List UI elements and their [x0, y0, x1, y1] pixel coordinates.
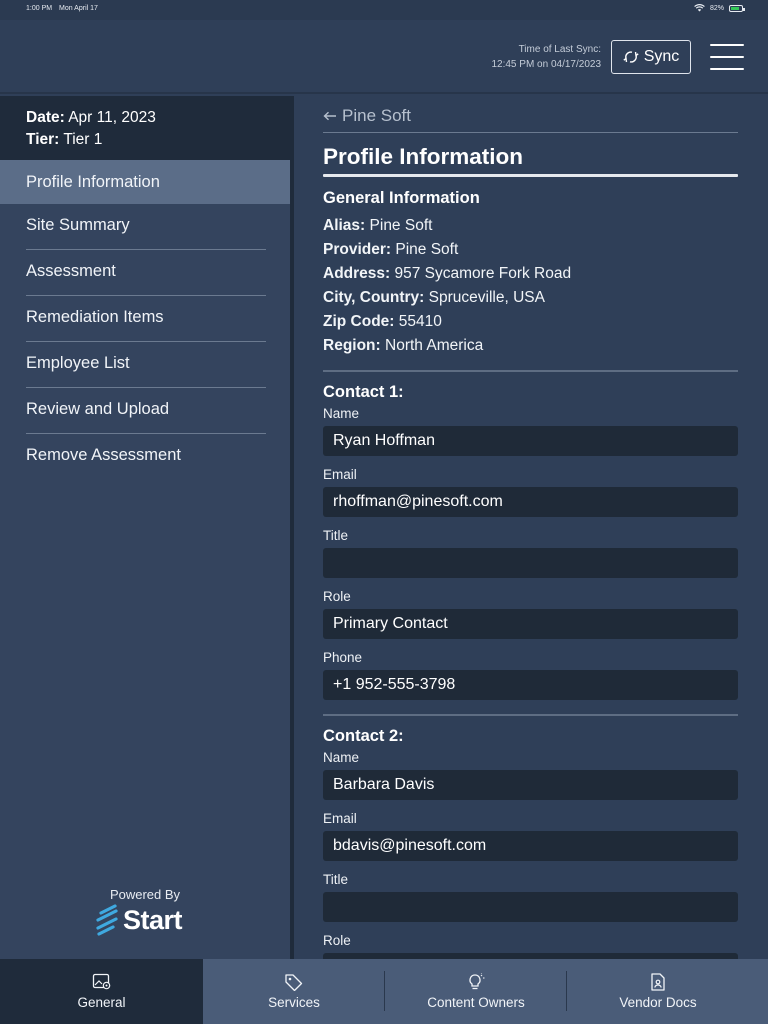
date-label: Date: [26, 109, 65, 126]
tab-services-label: Services [268, 995, 320, 1010]
contact-1-title-input[interactable] [323, 548, 738, 578]
contact-2-email-label: Email [323, 811, 357, 826]
start-logo-icon [96, 904, 118, 936]
back-link[interactable]: Pine Soft [323, 106, 411, 126]
hamburger-menu-icon[interactable] [710, 44, 744, 70]
contact-1-name-input[interactable] [323, 426, 738, 456]
contact-2-email-input[interactable] [323, 831, 738, 861]
address-label: Address: [323, 265, 391, 282]
region-value: North America [385, 337, 484, 354]
sidebar-item-profile-information[interactable]: Profile Information [0, 160, 290, 204]
wifi-icon [694, 4, 705, 12]
contact-1-name-label: Name [323, 406, 360, 421]
divider [323, 132, 738, 133]
app-header: Time of Last Sync: 12:45 PM on 04/17/202… [0, 20, 768, 94]
status-date: Mon April 17 [59, 5, 98, 12]
status-bar: 1:00 PM Mon April 17 82% [0, 0, 768, 20]
date-value: Apr 11, 2023 [68, 109, 156, 126]
contact-2-role-label: Role [323, 933, 351, 948]
sync-icon [623, 51, 639, 63]
person-document-icon [651, 973, 665, 991]
address-value: 957 Sycamore Fork Road [394, 265, 572, 282]
status-right: 82% [694, 4, 745, 12]
contact-1-role-input[interactable] [323, 609, 738, 639]
contact-1-role-label: Role [323, 589, 351, 604]
sidebar-item-remove-assessment[interactable]: Remove Assessment [26, 434, 266, 480]
contact-1-phone-label: Phone [323, 650, 363, 665]
battery-percent: 82% [709, 4, 724, 12]
assessment-tier: Tier: Tier 1 [26, 129, 264, 151]
sidebar-item-review-and-upload[interactable]: Review and Upload [26, 388, 266, 434]
general-info-title: General Information [323, 189, 480, 207]
contact-2-title-label: Title [323, 872, 349, 887]
assessment-date: Date: Apr 11, 2023 [26, 107, 264, 129]
city-country-label: City, Country: [323, 289, 425, 306]
powered-by-label: Powered By [109, 887, 181, 902]
tag-icon [285, 974, 303, 991]
zip-code-value: 55410 [398, 313, 442, 330]
tab-vendor-docs-label: Vendor Docs [619, 995, 697, 1010]
start-logo-text: Start [123, 904, 183, 935]
contact-1-title: Contact 1: [323, 383, 404, 401]
contact-2-title-input[interactable] [323, 892, 738, 922]
menu-line [710, 68, 744, 70]
last-sync-label: Time of Last Sync: [518, 44, 601, 55]
tier-label: Tier: [26, 131, 60, 148]
sync-button-label: Sync [643, 48, 680, 65]
sync-button[interactable]: Sync [611, 40, 691, 74]
sidebar-item-employee-list[interactable]: Employee List [26, 342, 266, 388]
city-country-value: Spruceville, USA [428, 289, 545, 306]
tab-general-label: General [77, 995, 126, 1010]
sidebar-item-assessment[interactable]: Assessment [26, 250, 266, 296]
bottom-tab-bar: General Services Content Owners Vendor D… [0, 959, 768, 1024]
sidebar-item-site-summary[interactable]: Site Summary [26, 204, 266, 250]
general-info-list: Alias: Pine Soft Provider: Pine Soft Add… [323, 214, 571, 358]
last-sync-info: Time of Last Sync: 12:45 PM on 04/17/202… [491, 42, 601, 72]
back-link-label: Pine Soft [342, 106, 411, 125]
tab-content-owners[interactable]: Content Owners [385, 959, 567, 1024]
status-time: 1:00 PM [26, 5, 53, 12]
alias-label: Alias: [323, 217, 366, 234]
alias-row: Alias: Pine Soft [323, 214, 571, 238]
section-divider [323, 370, 738, 372]
tab-content-owners-label: Content Owners [427, 995, 525, 1010]
zip-code-label: Zip Code: [323, 313, 395, 330]
main-content: Pine Soft Profile Information General In… [294, 96, 768, 959]
section-divider [323, 714, 738, 716]
alias-value: Pine Soft [369, 217, 433, 234]
battery-icon [729, 4, 745, 12]
sidebar: Date: Apr 11, 2023 Tier: Tier 1 Profile … [0, 96, 290, 959]
provider-label: Provider: [323, 241, 392, 258]
contact-2-title: Contact 2: [323, 727, 404, 745]
region-label: Region: [323, 337, 381, 354]
region-row: Region: North America [323, 334, 571, 358]
provider-value: Pine Soft [395, 241, 459, 258]
title-underline [323, 174, 738, 177]
page-title: Profile Information [323, 144, 524, 169]
last-sync-time: 12:45 PM on 04/17/2023 [491, 59, 601, 70]
tier-value: Tier 1 [63, 131, 103, 148]
tab-general[interactable]: General [0, 959, 203, 1024]
contact-1-title-label: Title [323, 528, 349, 543]
tab-vendor-docs[interactable]: Vendor Docs [567, 959, 749, 1024]
address-row: Address: 957 Sycamore Fork Road [323, 262, 571, 286]
provider-row: Provider: Pine Soft [323, 238, 571, 262]
contact-2-name-label: Name [323, 750, 360, 765]
menu-line [710, 44, 744, 46]
contact-1-email-input[interactable] [323, 487, 738, 517]
arrow-left-icon [323, 111, 336, 121]
contact-1-email-label: Email [323, 467, 357, 482]
start-logo: Start [95, 904, 183, 936]
tab-services[interactable]: Services [203, 959, 385, 1024]
city-country-row: City, Country: Spruceville, USA [323, 286, 571, 310]
sidebar-item-remediation-items[interactable]: Remediation Items [26, 296, 266, 342]
gear-image-icon [92, 973, 110, 990]
battery-fill [731, 6, 740, 10]
contact-1-phone-input[interactable] [323, 670, 738, 700]
zip-code-row: Zip Code: 55410 [323, 310, 571, 334]
menu-line [710, 56, 744, 58]
contact-2-name-input[interactable] [323, 770, 738, 800]
lightbulb-icon [469, 973, 485, 990]
assessment-meta: Date: Apr 11, 2023 Tier: Tier 1 [0, 96, 290, 160]
